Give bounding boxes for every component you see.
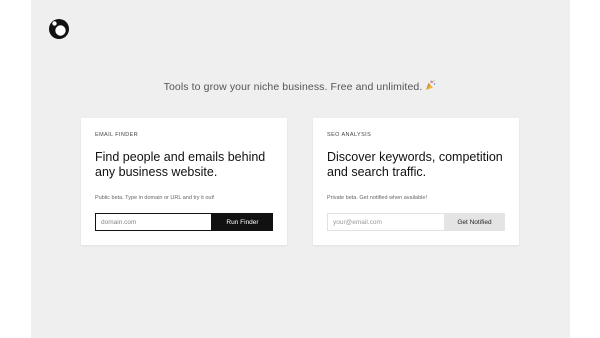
card-note: Public beta. Type in domain or URL and t… (95, 195, 215, 201)
card-eyebrow: EMAIL FINDER (95, 132, 139, 138)
card-title: Discover keywords, competition and searc… (327, 150, 503, 179)
seo-analysis-card: SEO ANALYSIS Discover keywords, competit… (313, 118, 519, 245)
get-notified-button[interactable]: Get Notified (444, 213, 505, 231)
card-title: Find people and emails behind any busine… (95, 150, 266, 179)
notify-form: Get Notified (327, 213, 505, 231)
card-eyebrow: SEO ANALYSIS (327, 132, 372, 138)
card-note: Private beta. Get notified when availabl… (327, 195, 427, 201)
logo-mark-icon[interactable] (48, 18, 70, 40)
domain-input[interactable] (95, 213, 212, 231)
email-finder-form: Run Finder (95, 213, 273, 231)
tagline-text: Tools to grow your niche business. Free … (163, 81, 423, 93)
email-finder-card: EMAIL FINDER Find people and emails behi… (81, 118, 287, 245)
party-popper-icon (425, 80, 436, 94)
tagline: Tools to grow your niche business. Free … (0, 80, 600, 94)
run-finder-button[interactable]: Run Finder (212, 213, 273, 231)
email-input[interactable] (327, 213, 444, 231)
